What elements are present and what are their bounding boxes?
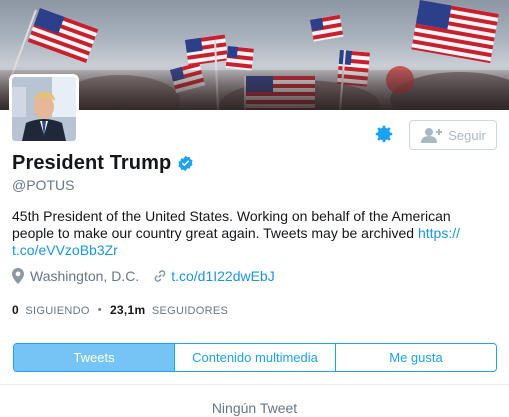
following-stat[interactable]: 0 SIGUIENDO xyxy=(12,303,90,317)
profile-meta: Washington, D.C. t.co/d1I22dwEbJ xyxy=(12,268,275,284)
follow-button[interactable]: Seguir xyxy=(409,120,497,150)
profile-stats: 0 SIGUIENDO • 23,1m SEGUIDORES xyxy=(12,303,228,317)
add-user-icon xyxy=(420,127,443,143)
followers-label: SEGUIDORES xyxy=(151,305,229,317)
stats-separator: • xyxy=(97,304,102,316)
tab-media[interactable]: Contenido multimedia xyxy=(174,344,335,371)
profile-bio: 45th President of the United States. Wor… xyxy=(12,208,492,259)
follow-button-label: Seguir xyxy=(448,127,486,143)
settings-gear-icon[interactable] xyxy=(373,123,395,145)
bio-link-part2: t.co/eVVzoBb3Zr xyxy=(12,242,118,258)
following-count: 0 xyxy=(12,303,19,317)
followers-stat[interactable]: 23,1m SEGUIDORES xyxy=(110,303,228,317)
profile-name[interactable]: President Trump xyxy=(12,152,171,175)
location-pin-icon xyxy=(12,268,26,284)
profile-name-row: President Trump xyxy=(12,152,194,175)
content-divider xyxy=(0,384,509,385)
avatar-portrait xyxy=(12,77,76,141)
bio-link-part1: https:// xyxy=(417,225,461,241)
verified-badge-icon xyxy=(177,155,194,172)
profile-website-link[interactable]: t.co/d1I22dwEbJ xyxy=(171,268,275,284)
bio-text: 45th President of the United States. Wor… xyxy=(12,208,451,241)
profile-handle[interactable]: @POTUS xyxy=(12,177,74,193)
profile-location: Washington, D.C. xyxy=(30,268,140,284)
following-label: SIGUIENDO xyxy=(25,305,90,317)
profile-tabs: Tweets Contenido multimedia Me gusta xyxy=(13,343,497,372)
link-chain-icon xyxy=(153,268,167,284)
tab-tweets[interactable]: Tweets xyxy=(14,344,174,371)
empty-timeline-message: Ningún Tweet xyxy=(211,400,298,416)
avatar[interactable] xyxy=(9,74,79,144)
tab-likes[interactable]: Me gusta xyxy=(335,344,496,371)
followers-count: 23,1m xyxy=(109,303,146,317)
